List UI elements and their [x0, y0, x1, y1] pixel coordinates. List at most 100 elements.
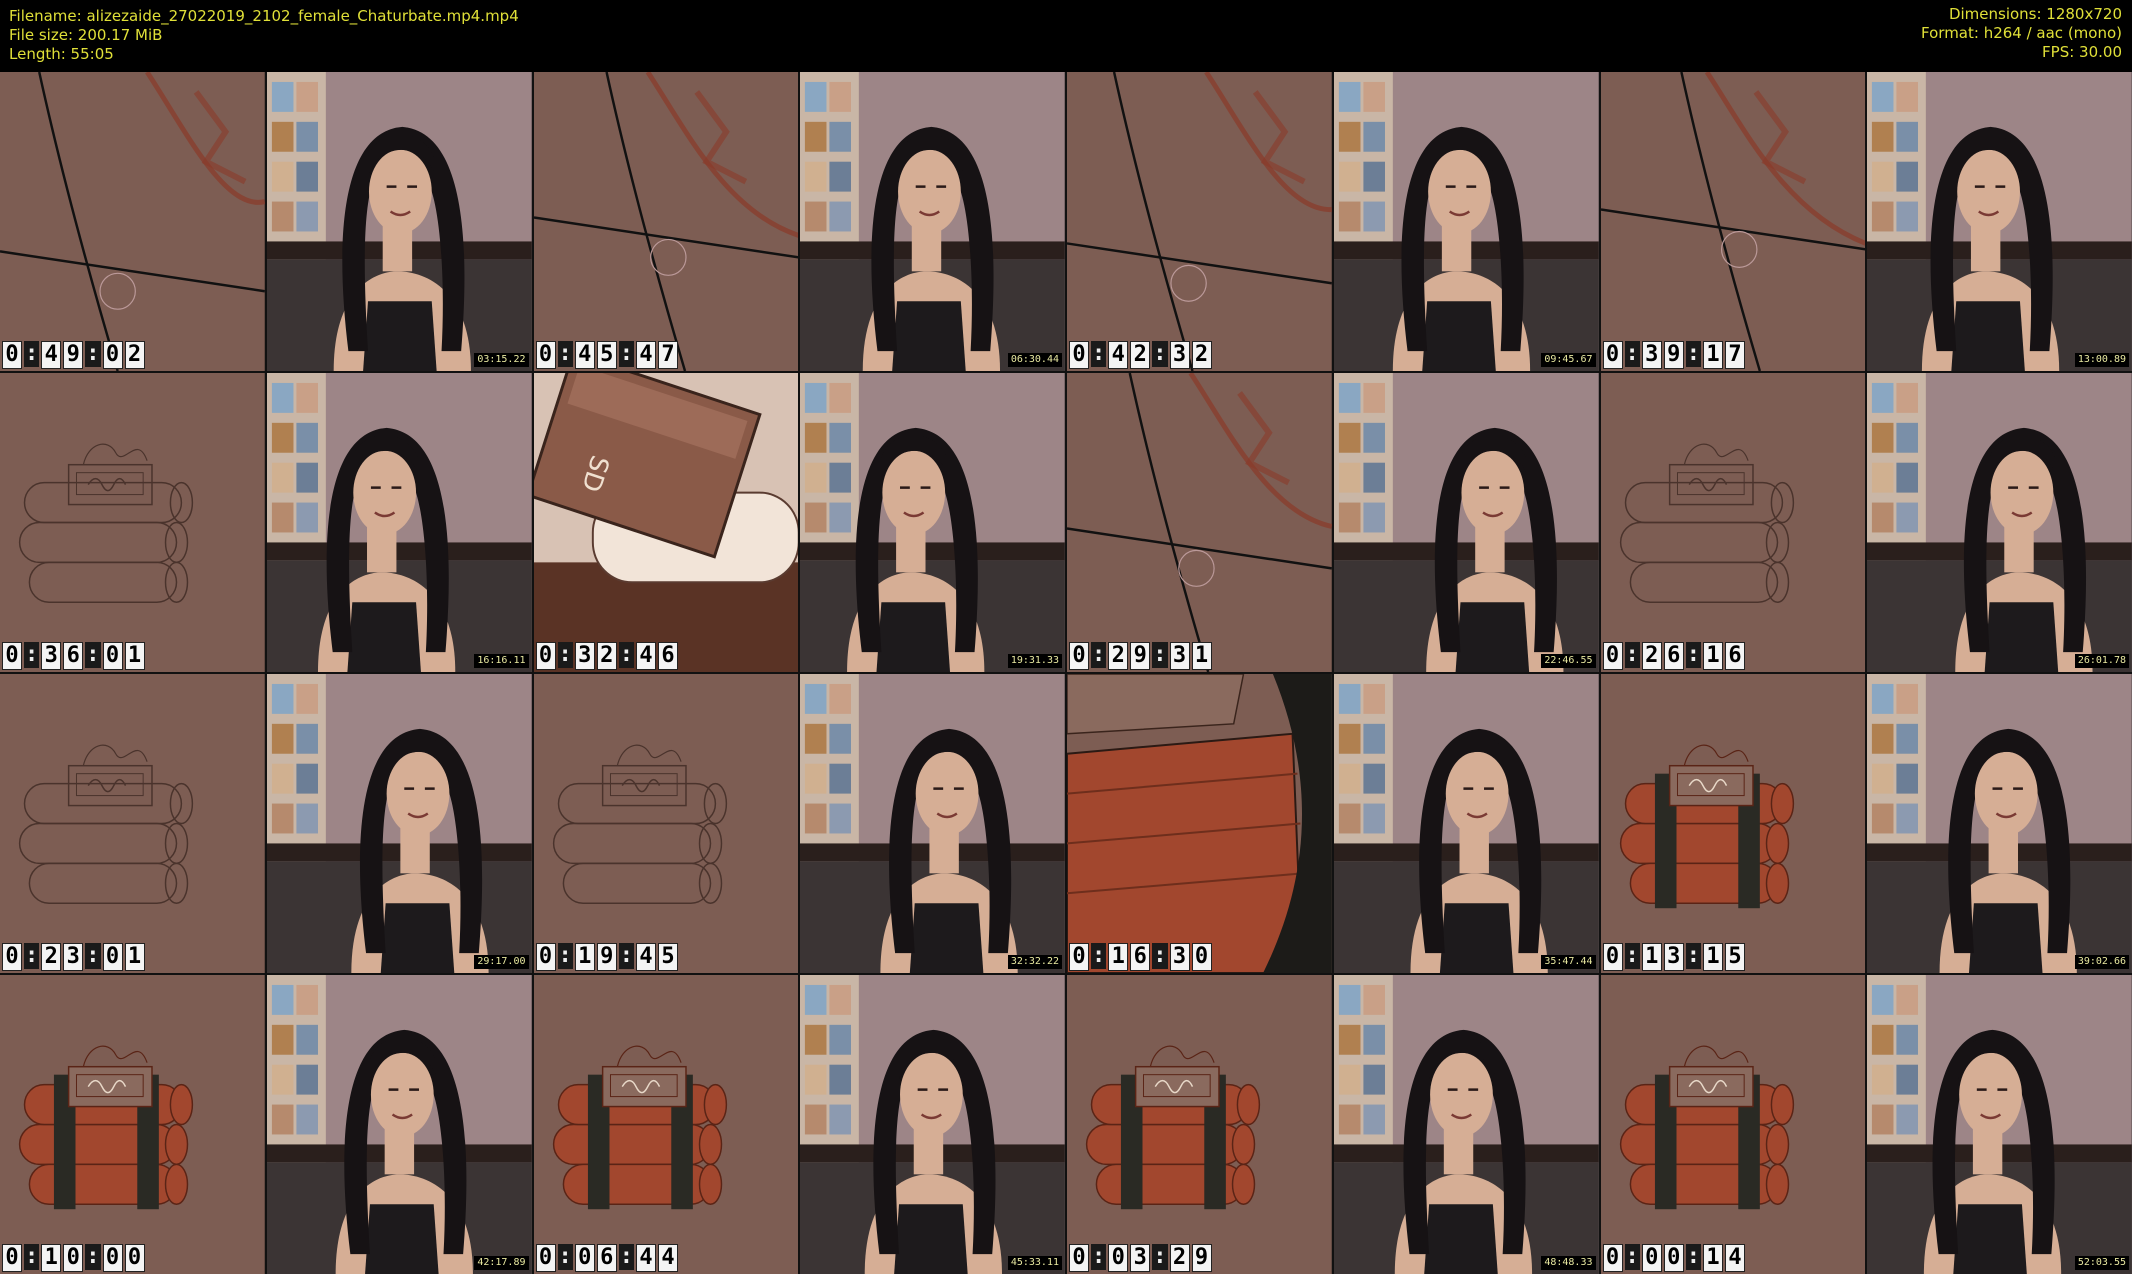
webcam-thumbnail: 09:45.67	[1333, 72, 1599, 371]
timecode-digit: 9	[1130, 642, 1151, 670]
timecode-digit: 0	[1069, 943, 1089, 971]
webcam-thumbnail: 29:17.00	[266, 674, 532, 973]
drawing-thumbnail: 0:42:32	[1067, 72, 1332, 371]
timecode-digit: 4	[636, 642, 656, 670]
timecode-digit: 2	[1130, 341, 1151, 369]
timecode-digit: 3	[1641, 341, 1662, 369]
timecode-digit: 0	[102, 943, 123, 971]
timecode-digit: 0	[1069, 642, 1089, 670]
drawing-thumbnail: 0:29:31	[1067, 373, 1332, 672]
timecode-digit: 0	[1641, 1244, 1662, 1272]
drawing-thumbnail: 0:23:01	[0, 674, 265, 973]
timecode-digit: 0	[102, 341, 123, 369]
timecode-digit: 1	[1703, 943, 1723, 971]
timecode-digit: 0	[102, 1244, 123, 1272]
timecode-digit: 4	[41, 341, 62, 369]
webcam-thumbnail: 39:02.66	[1867, 674, 2132, 973]
frame-timestamp: 29:17.00	[474, 955, 529, 969]
timecode-separator: :	[1152, 341, 1168, 367]
timecode-label: 0:49:02	[2, 341, 145, 369]
drawing-thumbnail: 0:19:45	[533, 674, 799, 973]
timecode-digit: 4	[1108, 341, 1129, 369]
timecode-label: 0:23:01	[2, 943, 145, 971]
format-label: Format: h264 / aac (mono)	[1921, 24, 2122, 42]
timecode-digit: 4	[636, 943, 656, 971]
timecode-separator: :	[85, 341, 101, 367]
timecode-separator: :	[618, 341, 634, 367]
timecode-digit: 0	[2, 1244, 22, 1272]
timecode-digit: 1	[1703, 341, 1723, 369]
timecode-digit: 0	[63, 1244, 84, 1272]
timecode-separator: :	[85, 943, 101, 969]
timecode-label: 0:03:29	[1069, 1244, 1212, 1272]
timecode-digit: 0	[1191, 943, 1212, 971]
timecode-digit: 6	[63, 642, 84, 670]
webcam-thumbnail: 42:17.89	[266, 975, 532, 1274]
timecode-digit: 1	[1703, 1244, 1723, 1272]
timecode-digit: 0	[1663, 1244, 1684, 1272]
timecode-digit: 2	[596, 642, 617, 670]
timecode-digit: 1	[41, 1244, 62, 1272]
timecode-digit: 0	[1602, 1244, 1623, 1272]
timecode-separator: :	[1152, 943, 1168, 969]
drawing-thumbnail: 0:00:14	[1600, 975, 1866, 1274]
timecode-digit: 1	[574, 943, 595, 971]
timecode-digit: 0	[1069, 1244, 1089, 1272]
timecode-digit: 6	[658, 642, 678, 670]
timecode-separator: :	[1091, 943, 1107, 969]
webcam-thumbnail: 32:32.22	[800, 674, 1065, 973]
timecode-digit: 0	[535, 943, 556, 971]
timecode-digit: 3	[63, 943, 84, 971]
timecode-digit: 0	[2, 642, 22, 670]
timecode-separator: :	[1091, 1244, 1107, 1270]
timecode-digit: 0	[1108, 1244, 1129, 1272]
timecode-digit: 4	[574, 341, 595, 369]
filename-label: Filename: alizezaide_27022019_2102_femal…	[9, 7, 519, 25]
timecode-digit: 0	[1602, 943, 1623, 971]
info-header: Filename: alizezaide_27022019_2102_femal…	[0, 0, 2132, 72]
timecode-separator: :	[1152, 642, 1168, 668]
timecode-digit: 3	[1130, 1244, 1151, 1272]
drawing-thumbnail: 0:16:30	[1067, 674, 1332, 973]
timecode-digit: 2	[41, 943, 62, 971]
timecode-label: 0:13:15	[1602, 943, 1745, 971]
timecode-separator: :	[1624, 642, 1640, 668]
timecode-label: 0:39:17	[1602, 341, 1745, 369]
timecode-separator: :	[1685, 642, 1701, 668]
drawing-thumbnail: 0:45:47	[533, 72, 799, 371]
timecode-digit: 7	[1725, 341, 1745, 369]
timecode-separator: :	[1624, 341, 1640, 367]
timecode-digit: 7	[658, 341, 678, 369]
timecode-separator: :	[557, 341, 573, 367]
timecode-separator: :	[85, 1244, 101, 1270]
timecode-digit: 0	[2, 943, 22, 971]
video-info: Dimensions: 1280x720 Format: h264 / aac …	[1921, 5, 2122, 62]
timecode-digit: 0	[535, 642, 556, 670]
timecode-digit: 0	[2, 341, 22, 369]
timecode-separator: :	[1685, 341, 1701, 367]
timecode-digit: 0	[535, 1244, 556, 1272]
timecode-digit: 4	[658, 1244, 678, 1272]
timecode-separator: :	[24, 341, 40, 367]
frame-timestamp: 09:45.67	[1541, 353, 1596, 367]
webcam-thumbnail: 48:48.33	[1333, 975, 1599, 1274]
timecode-label: 0:36:01	[2, 642, 145, 670]
timecode-digit: 1	[1641, 943, 1662, 971]
drawing-thumbnail: 0:06:44	[533, 975, 799, 1274]
frame-timestamp: 45:33.11	[1007, 1256, 1062, 1270]
timecode-label: 0:19:45	[535, 943, 678, 971]
webcam-thumbnail: 22:46.55	[1333, 373, 1599, 672]
timecode-separator: :	[24, 1244, 40, 1270]
webcam-thumbnail: 03:15.22	[266, 72, 532, 371]
fps-label: FPS: 30.00	[2042, 43, 2122, 61]
timecode-separator: :	[1091, 642, 1107, 668]
length-label: Length: 55:05	[9, 45, 114, 63]
timecode-label: 0:00:14	[1602, 1244, 1745, 1272]
timecode-label: 0:42:32	[1069, 341, 1212, 369]
webcam-thumbnail: 52:03.55	[1867, 975, 2132, 1274]
timecode-digit: 0	[102, 642, 123, 670]
webcam-thumbnail: 35:47.44	[1333, 674, 1599, 973]
timecode-digit: 9	[596, 943, 617, 971]
timecode-digit: 5	[1725, 943, 1745, 971]
timecode-digit: 2	[124, 341, 145, 369]
